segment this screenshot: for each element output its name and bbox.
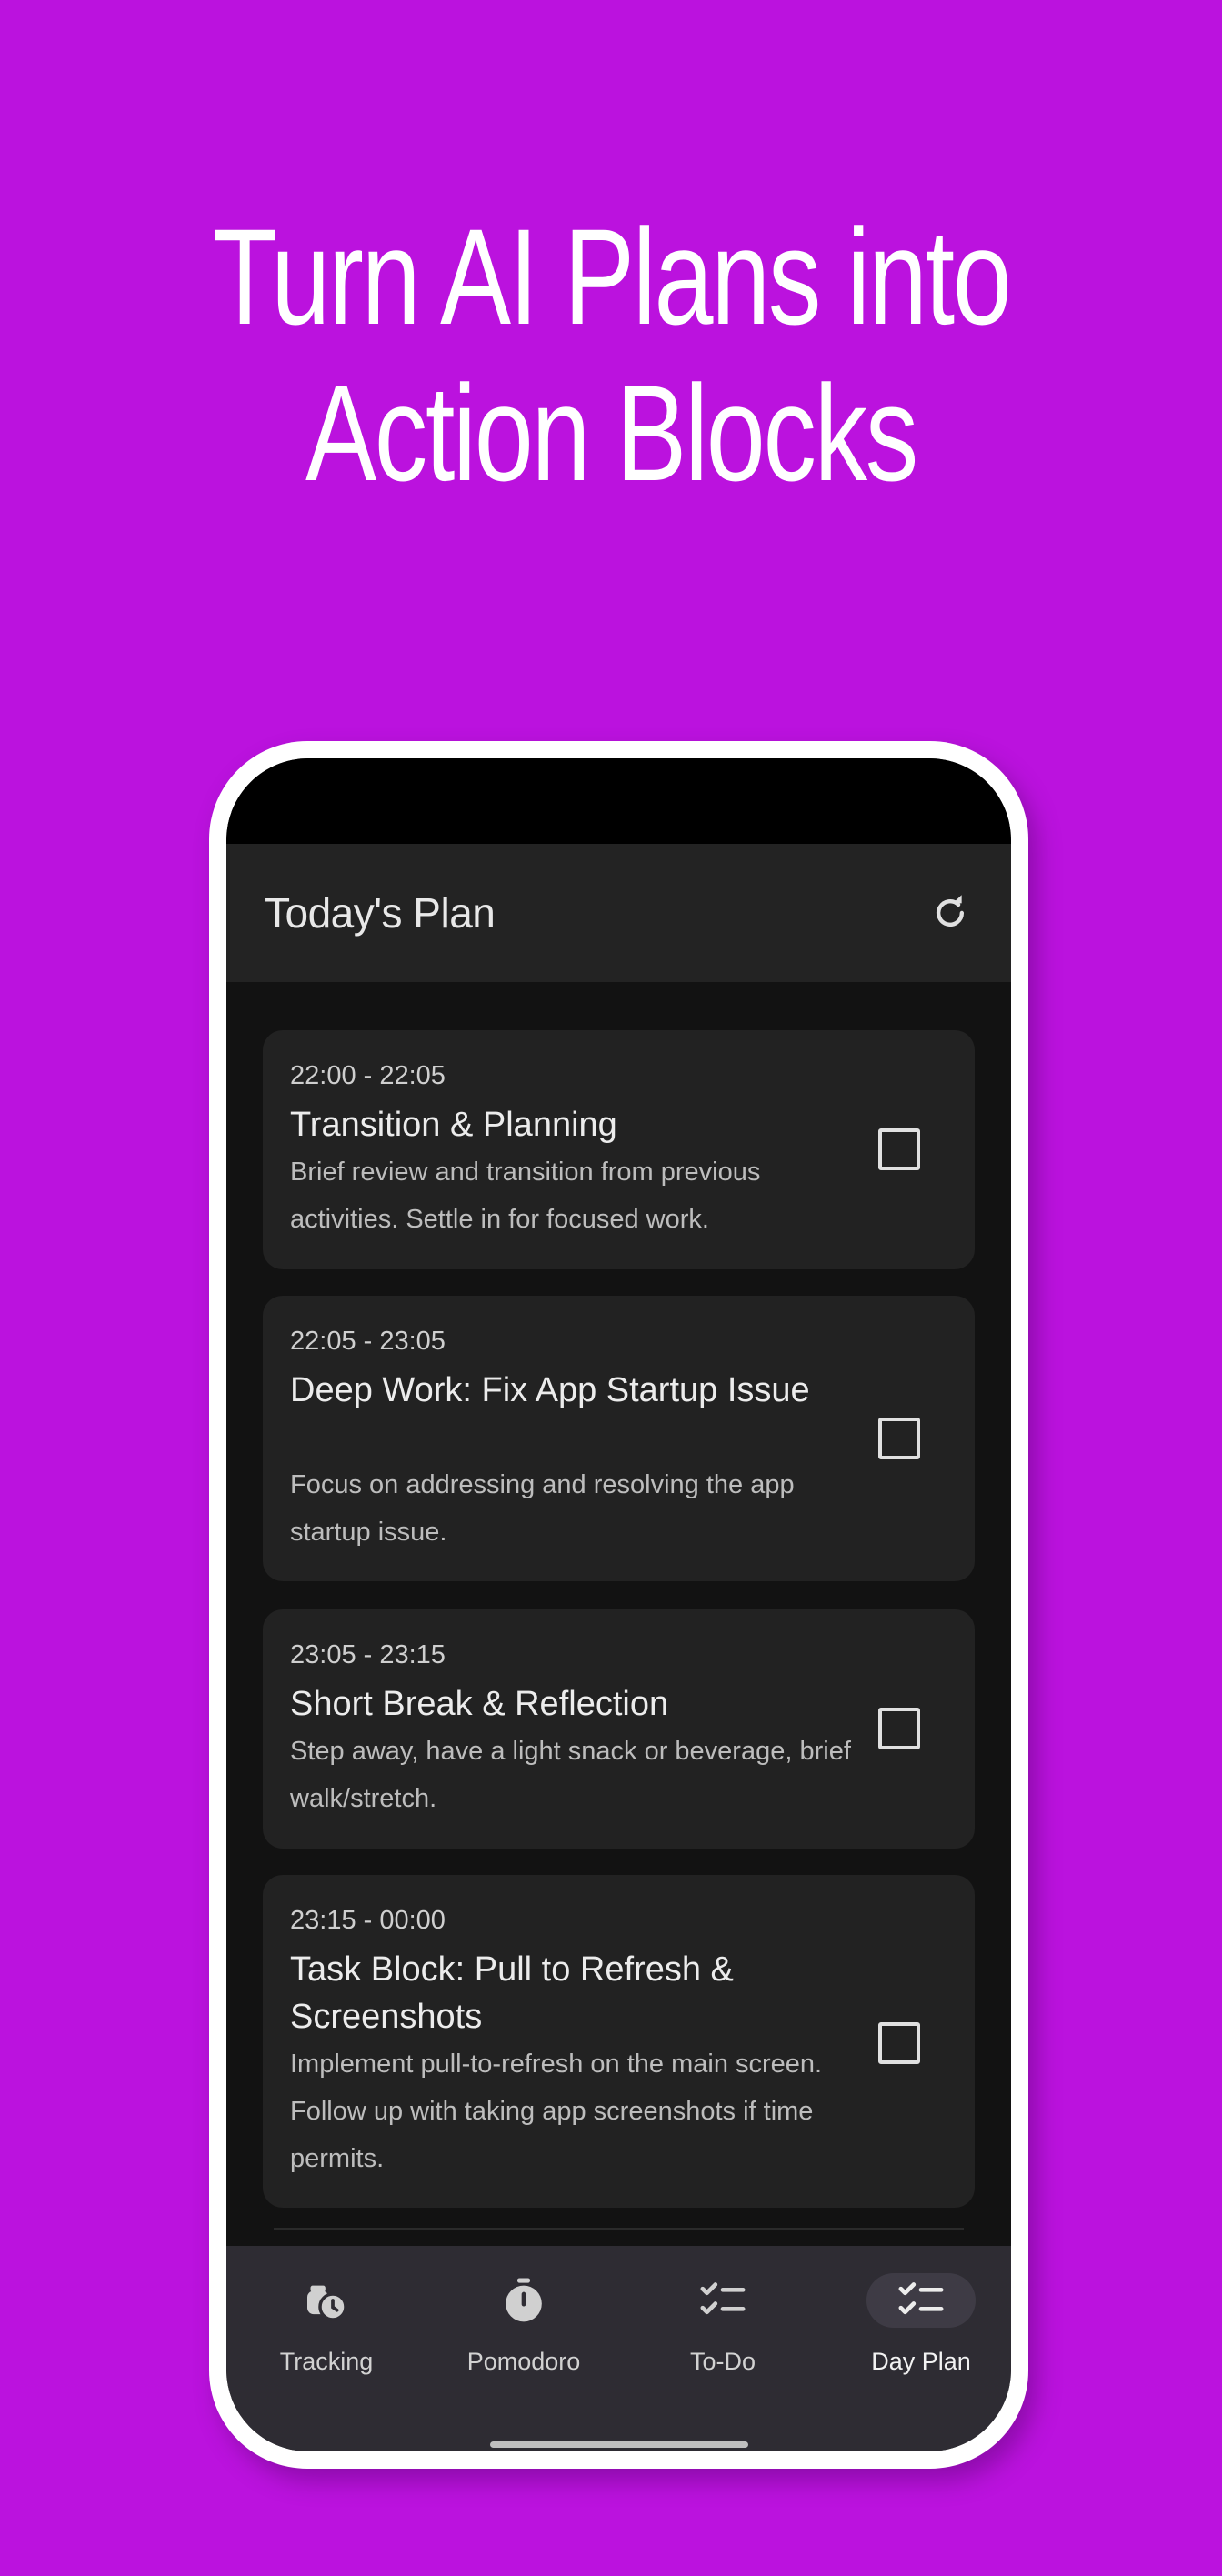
page-title: Today's Plan <box>265 889 496 937</box>
plan-list[interactable]: 22:00 - 22:05 Transition & Planning Brie… <box>226 982 1011 2246</box>
nav-label-todo: To-Do <box>689 2348 756 2375</box>
card-title: Deep Work: Fix App Startup Issue <box>290 1371 810 1409</box>
plan-card[interactable]: 23:15 - 00:00 Task Block: Pull to Refres… <box>263 1875 975 2208</box>
card-title: Short Break & Reflection <box>290 1685 669 1723</box>
timer-icon <box>498 2275 549 2330</box>
card-description: Step away, have a light snack or beverag… <box>290 1737 851 1813</box>
nav-label-pomodoro: Pomodoro <box>466 2348 581 2375</box>
plan-card[interactable]: 22:05 - 23:05 Deep Work: Fix App Startup… <box>263 1296 975 1581</box>
phone-frame: Today's Plan 22:00 - 22:05 Transition & … <box>209 741 1028 2469</box>
nav-item-todo[interactable]: To-Do <box>623 2246 823 2382</box>
card-time: 22:05 - 23:05 <box>290 1327 446 1356</box>
refresh-button[interactable] <box>926 888 975 937</box>
checklist-icon <box>896 2275 947 2330</box>
nav-item-day-plan[interactable]: Day Plan <box>821 2246 1011 2382</box>
card-description: Brief review and transition from previou… <box>290 1158 761 1234</box>
headline-line-1: Turn AI Plans into <box>212 200 1011 353</box>
promo-headline: Turn AI Plans into Action Blocks <box>135 198 1087 511</box>
card-checkbox[interactable] <box>878 1708 920 1749</box>
refresh-icon <box>936 895 965 927</box>
headline-line-2: Action Blocks <box>306 356 918 509</box>
card-time: 23:05 - 23:15 <box>290 1640 446 1669</box>
card-title: Task Block: Pull to Refresh & Screenshot… <box>290 1950 734 2036</box>
stopwatch-clock-icon <box>301 2275 352 2330</box>
card-description: Focus on addressing and resolving the ap… <box>290 1470 795 1547</box>
card-time: 22:00 - 22:05 <box>290 1061 446 1090</box>
card-time: 23:15 - 00:00 <box>290 1906 446 1935</box>
list-divider <box>274 2228 964 2230</box>
card-checkbox[interactable] <box>878 2022 920 2064</box>
card-checkbox[interactable] <box>878 1418 920 1459</box>
bottom-navigation: Tracking Pomodoro To-Do Day Plan <box>226 2246 1011 2451</box>
plan-card[interactable]: 22:00 - 22:05 Transition & Planning Brie… <box>263 1030 975 1269</box>
card-description: Implement pull-to-refresh on the main sc… <box>290 2050 823 2173</box>
home-indicator[interactable] <box>489 2441 748 2448</box>
status-bar <box>226 758 1011 844</box>
nav-item-tracking[interactable]: Tracking <box>226 2246 426 2382</box>
nav-item-pomodoro[interactable]: Pomodoro <box>424 2246 624 2382</box>
card-checkbox[interactable] <box>878 1128 920 1170</box>
phone-screen: Today's Plan 22:00 - 22:05 Transition & … <box>226 758 1011 2451</box>
card-title: Transition & Planning <box>290 1106 617 1144</box>
plan-card[interactable]: 23:05 - 23:15 Short Break & Reflection S… <box>263 1609 975 1849</box>
checklist-icon <box>697 2275 748 2330</box>
nav-label-day-plan: Day Plan <box>871 2348 971 2375</box>
app-bar: Today's Plan <box>226 844 1011 982</box>
nav-label-tracking: Tracking <box>279 2348 374 2375</box>
